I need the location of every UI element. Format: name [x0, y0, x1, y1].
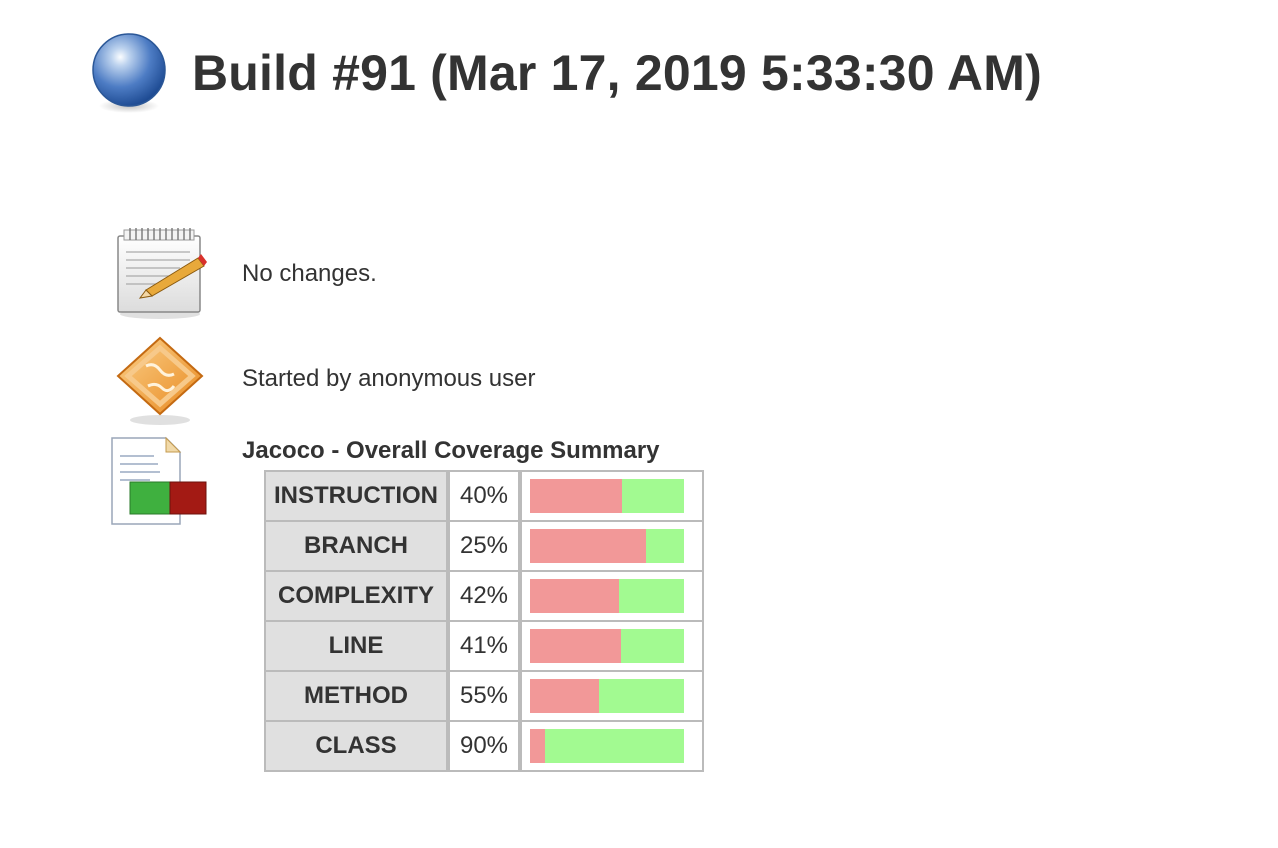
coverage-report-icon: [111, 436, 207, 525]
coverage-bar-cell: [520, 522, 702, 572]
coverage-percent: 40%: [448, 472, 520, 522]
page-title: Build #91 (Mar 17, 2019 5:33:30 AM): [192, 45, 1042, 101]
coverage-bar-cell: [520, 572, 702, 622]
user-cause-icon: [116, 336, 204, 425]
coverage-metric-name: BRANCH: [266, 522, 448, 572]
coverage-row: LINE 41%: [266, 622, 702, 672]
blue-ball-icon: [92, 33, 166, 113]
coverage-bar-missed: [530, 579, 620, 613]
coverage-bar-missed: [530, 479, 623, 513]
coverage-bar: [530, 479, 684, 513]
changes-text: No changes.: [242, 260, 377, 287]
coverage-bar: [530, 629, 684, 663]
coverage-bar-missed: [530, 529, 646, 563]
build-cause-entry: Started by anonymous user: [110, 332, 536, 428]
coverage-percent: 25%: [448, 522, 520, 572]
coverage-bar: [530, 579, 684, 613]
coverage-bar-cell: [520, 622, 702, 672]
coverage-row: BRANCH 25%: [266, 522, 702, 572]
coverage-summary-title: Jacoco - Overall Coverage Summary: [242, 437, 660, 464]
coverage-bar-cell: [520, 472, 702, 522]
coverage-metric-name: COMPLEXITY: [266, 572, 448, 622]
coverage-bar-cell: [520, 722, 702, 770]
coverage-table: INSTRUCTION 40% BRANCH 25% COMPLEXITY 42% LINE…: [264, 470, 704, 772]
coverage-bar: [530, 679, 684, 713]
coverage-metric-name: METHOD: [266, 672, 448, 722]
coverage-metric-name: INSTRUCTION: [266, 472, 448, 522]
coverage-row: INSTRUCTION 40%: [266, 472, 702, 522]
notepad-icon: [117, 228, 207, 319]
coverage-percent: 42%: [448, 572, 520, 622]
coverage-metric-name: LINE: [266, 622, 448, 672]
coverage-percent: 90%: [448, 722, 520, 770]
coverage-bar: [530, 729, 684, 763]
coverage-bar-missed: [530, 729, 546, 763]
coverage-row: METHOD 55%: [266, 672, 702, 722]
coverage-row: CLASS 90%: [266, 722, 702, 770]
build-header: Build #91 (Mar 17, 2019 5:33:30 AM): [90, 32, 1042, 114]
coverage-percent: 55%: [448, 672, 520, 722]
coverage-bar-missed: [530, 679, 600, 713]
coverage-bar-missed: [530, 629, 621, 663]
coverage-row: COMPLEXITY 42%: [266, 572, 702, 622]
coverage-bar: [530, 529, 684, 563]
coverage-metric-name: CLASS: [266, 722, 448, 770]
changes-entry: No changes.: [110, 226, 377, 322]
coverage-percent: 41%: [448, 622, 520, 672]
build-cause-text: Started by anonymous user: [242, 365, 536, 392]
coverage-bar-cell: [520, 672, 702, 722]
